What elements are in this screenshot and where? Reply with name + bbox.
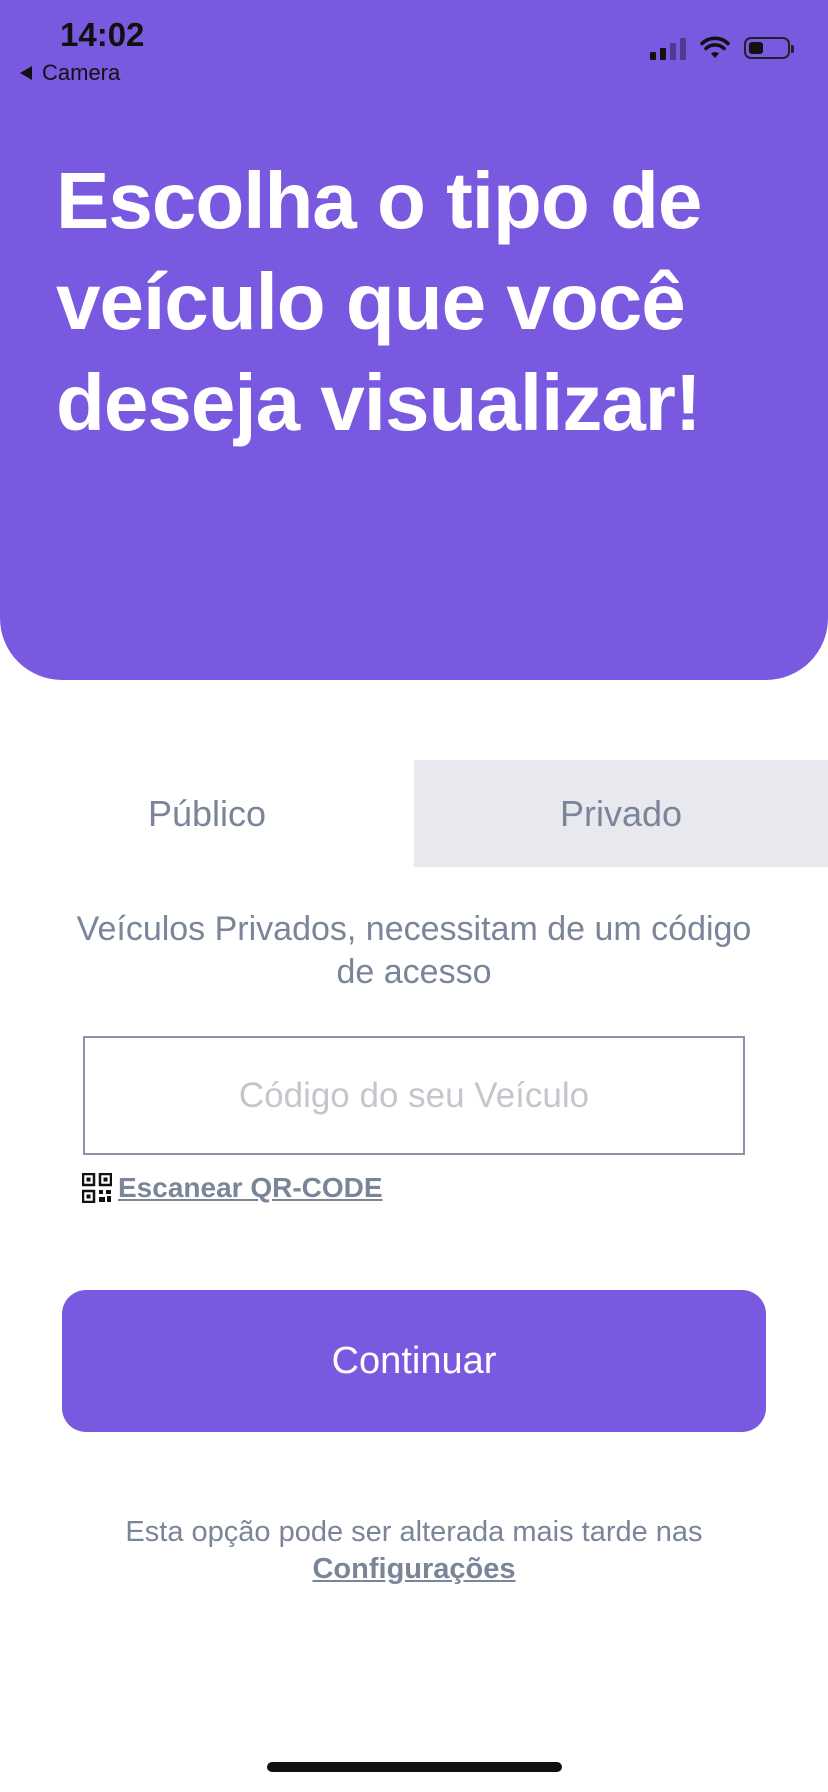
signal-icon	[650, 36, 686, 60]
battery-icon	[744, 37, 794, 59]
tab-publico[interactable]: Público	[0, 760, 414, 867]
status-icons	[650, 36, 794, 60]
footer-note: Esta opção pode ser alterada mais tarde …	[114, 1514, 714, 1588]
status-time: 14:02	[60, 16, 145, 53]
page-title: Escolha o tipo de veículo que você desej…	[56, 156, 702, 447]
qr-code-icon	[82, 1173, 112, 1203]
vehicle-code-input[interactable]	[83, 1036, 745, 1155]
wifi-icon	[700, 36, 730, 58]
back-to-app-link[interactable]: Camera	[20, 60, 120, 86]
vehicle-type-tabs: Público Privado	[0, 760, 828, 867]
scan-qr-link[interactable]: Escanear QR-CODE	[82, 1172, 383, 1204]
info-text: Veículos Privados, necessitam de um códi…	[76, 910, 752, 991]
footer-text: Esta opção pode ser alterada mais tarde …	[125, 1516, 703, 1548]
back-app-label: Camera	[42, 60, 121, 85]
home-indicator[interactable]	[267, 1762, 562, 1772]
back-arrow-icon	[20, 66, 32, 80]
tab-privado[interactable]: Privado	[414, 760, 828, 867]
continue-button[interactable]: Continuar	[62, 1290, 766, 1432]
settings-link[interactable]: Configurações	[312, 1553, 515, 1585]
scan-qr-label: Escanear QR-CODE	[118, 1172, 383, 1203]
header-banner: 14:02 Camera Escolha o tipo de veículo q…	[0, 0, 828, 680]
